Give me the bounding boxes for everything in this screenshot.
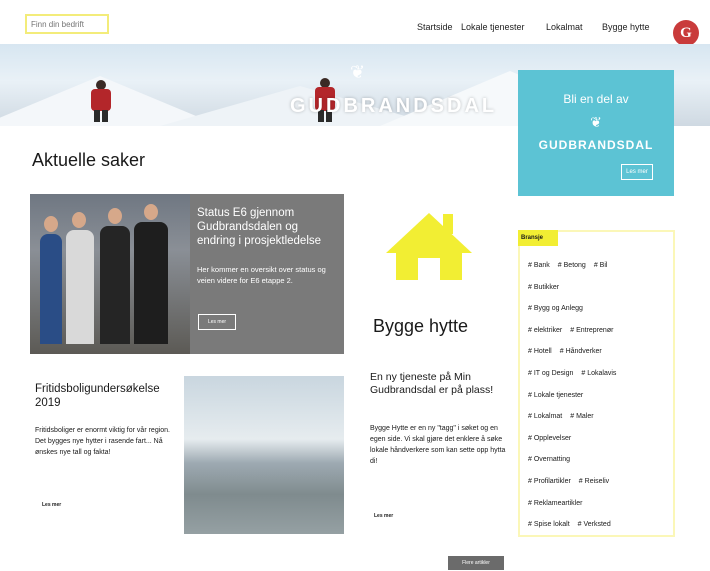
swirl-icon: ❦ [590, 114, 602, 130]
featured-read-more-button[interactable]: Les mer [198, 314, 236, 330]
section-title: Aktuelle saker [32, 150, 146, 170]
nav-lokalmat[interactable]: Lokalmat [546, 22, 583, 32]
nav-lokale-tjenester[interactable]: Lokale tjenester [461, 22, 525, 32]
site-logo[interactable]: G [673, 20, 699, 46]
branch-row: # Bank # Betong # Bil [528, 262, 615, 269]
branch-row: # IT og Design # Lokalavis [528, 370, 624, 377]
search-input[interactable] [25, 14, 109, 34]
bygge-hytte-title[interactable]: Bygge hytte [373, 316, 468, 337]
branch-tag[interactable]: # Butikker [528, 284, 559, 291]
fritidsbolig-read-more-link[interactable]: Les mer [42, 502, 61, 508]
join-read-more-button[interactable]: Les mer [621, 164, 653, 180]
branch-heading: Bransje [518, 230, 558, 246]
more-articles-button[interactable]: Flere artikler [448, 556, 504, 570]
branch-tag[interactable]: # Håndverker [560, 348, 602, 355]
branch-tag[interactable]: # Bygg og Anlegg [528, 305, 583, 312]
featured-text: Her kommer en oversikt over status og ve… [197, 265, 326, 285]
branch-row: # elektriker # Entreprenør [528, 327, 621, 334]
house-icon [418, 258, 440, 280]
nav-startside[interactable]: Startside [417, 22, 453, 32]
fritidsbolig-text: Fritidsboliger er enormt viktig for vår … [35, 427, 170, 456]
branch-tag[interactable]: # Reklameartikler [528, 500, 582, 507]
branch-tag[interactable]: # Opplevelser [528, 435, 571, 442]
branch-tag[interactable]: # Maler [570, 413, 593, 420]
branch-tag[interactable]: # Reiseliv [579, 478, 609, 485]
branch-row: # Lokale tjenester [528, 392, 591, 399]
skier-figure [88, 80, 114, 122]
branch-tag[interactable]: # Spise lokalt [528, 521, 570, 528]
swirl-icon: ❦ [350, 62, 366, 82]
branch-tag[interactable]: # Entreprenør [570, 327, 613, 334]
branch-tag[interactable]: # Bank [528, 262, 550, 269]
branch-tag[interactable]: # elektriker [528, 327, 562, 334]
hero-title: GUDBRANDSDAL [290, 95, 498, 117]
branch-tag[interactable]: # Lokalavis [581, 370, 616, 377]
join-line1: Bli en del av [563, 92, 629, 106]
ny-tjeneste-read-more-link[interactable]: Les mer [374, 513, 393, 519]
branch-row: # Lokalmat # Maler [528, 413, 602, 420]
join-box: Bli en del av ❦ GUDBRANDSDAL Les mer [518, 70, 674, 196]
branch-tag[interactable]: # Lokalmat [528, 413, 562, 420]
branch-tag[interactable]: # Overnatting [528, 456, 570, 463]
branch-tag[interactable]: # Betong [558, 262, 586, 269]
featured-photo [30, 194, 190, 354]
branch-tag[interactable]: # IT og Design [528, 370, 573, 377]
branch-tag[interactable]: # Bil [594, 262, 608, 269]
branch-row: # Butikker [528, 284, 567, 291]
branch-row: # Bygg og Anlegg [528, 305, 591, 312]
branch-tag[interactable]: # Hotell [528, 348, 552, 355]
branch-row: # Hotell # Håndverker [528, 348, 610, 355]
branch-row: # Spise lokalt # Verksted [528, 521, 619, 528]
branch-box [518, 230, 675, 537]
featured-title[interactable]: Status E6 gjennom Gudbrandsdalen og endr… [197, 206, 337, 248]
fritidsbolig-title[interactable]: Fritidsboligundersøkelse 2019 [35, 382, 180, 410]
join-line2: GUDBRANDSDAL [538, 138, 654, 152]
branch-tag[interactable]: # Lokale tjenester [528, 392, 583, 399]
featured-article[interactable]: Status E6 gjennom Gudbrandsdalen og endr… [30, 194, 344, 354]
nav-bygge-hytte[interactable]: Bygge hytte [602, 22, 650, 32]
branch-row: # Profilartikler # Reiseliv [528, 478, 617, 485]
ny-tjeneste-title[interactable]: En ny tjeneste på Min Gudbrandsdal er på… [370, 371, 506, 397]
branch-tag[interactable]: # Verksted [578, 521, 611, 528]
ny-tjeneste-text: Bygge Hytte er en ny "tagg" i søket og e… [370, 425, 506, 465]
house-icon [386, 213, 472, 253]
fritidsbolig-photo [184, 376, 344, 534]
branch-row: # Overnatting [528, 456, 578, 463]
branch-tag[interactable]: # Profilartikler [528, 478, 571, 485]
branch-row: # Opplevelser [528, 435, 579, 442]
branch-row: # Reklameartikler [528, 500, 590, 507]
